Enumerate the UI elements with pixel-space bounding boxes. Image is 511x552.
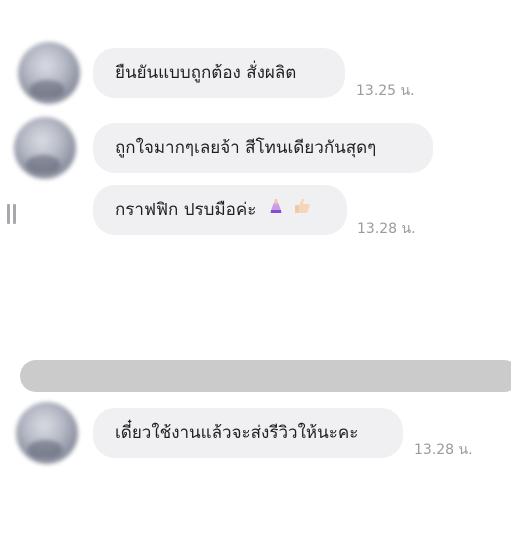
avatar[interactable] (14, 117, 76, 179)
message-bubble[interactable]: เดี๋ยวใช้งานแล้วจะส่งรีวิวให้นะคะ (93, 408, 403, 458)
avatar[interactable] (18, 42, 80, 104)
drag-handle-icon[interactable] (4, 204, 18, 224)
message-text: เดี๋ยวใช้งานแล้วจะส่งรีวิวให้นะคะ (115, 423, 359, 443)
message-bubble[interactable]: ยืนยันแบบถูกต้อง สั่งผลิต (93, 48, 345, 98)
date-divider (20, 360, 511, 392)
message-time: 13.28 น. (357, 221, 416, 237)
message-time: 13.28 น. (414, 442, 473, 458)
message-text: ยืนยันแบบถูกต้อง สั่งผลิต (115, 63, 297, 83)
raised-hands-icon (268, 185, 284, 235)
message-time: 13.25 น. (356, 83, 415, 99)
thumbs-up-icon (293, 185, 311, 235)
message-bubble[interactable]: ถูกใจมากๆเลยจ้า สีโทนเดียวกันสุดๆ (93, 123, 433, 173)
message-text: กราฟฟิก ปรบมือค่ะ (115, 200, 257, 220)
message-bubble[interactable]: กราฟฟิก ปรบมือค่ะ (93, 185, 347, 235)
message-text: ถูกใจมากๆเลยจ้า สีโทนเดียวกันสุดๆ (115, 138, 377, 158)
avatar[interactable] (16, 402, 78, 464)
